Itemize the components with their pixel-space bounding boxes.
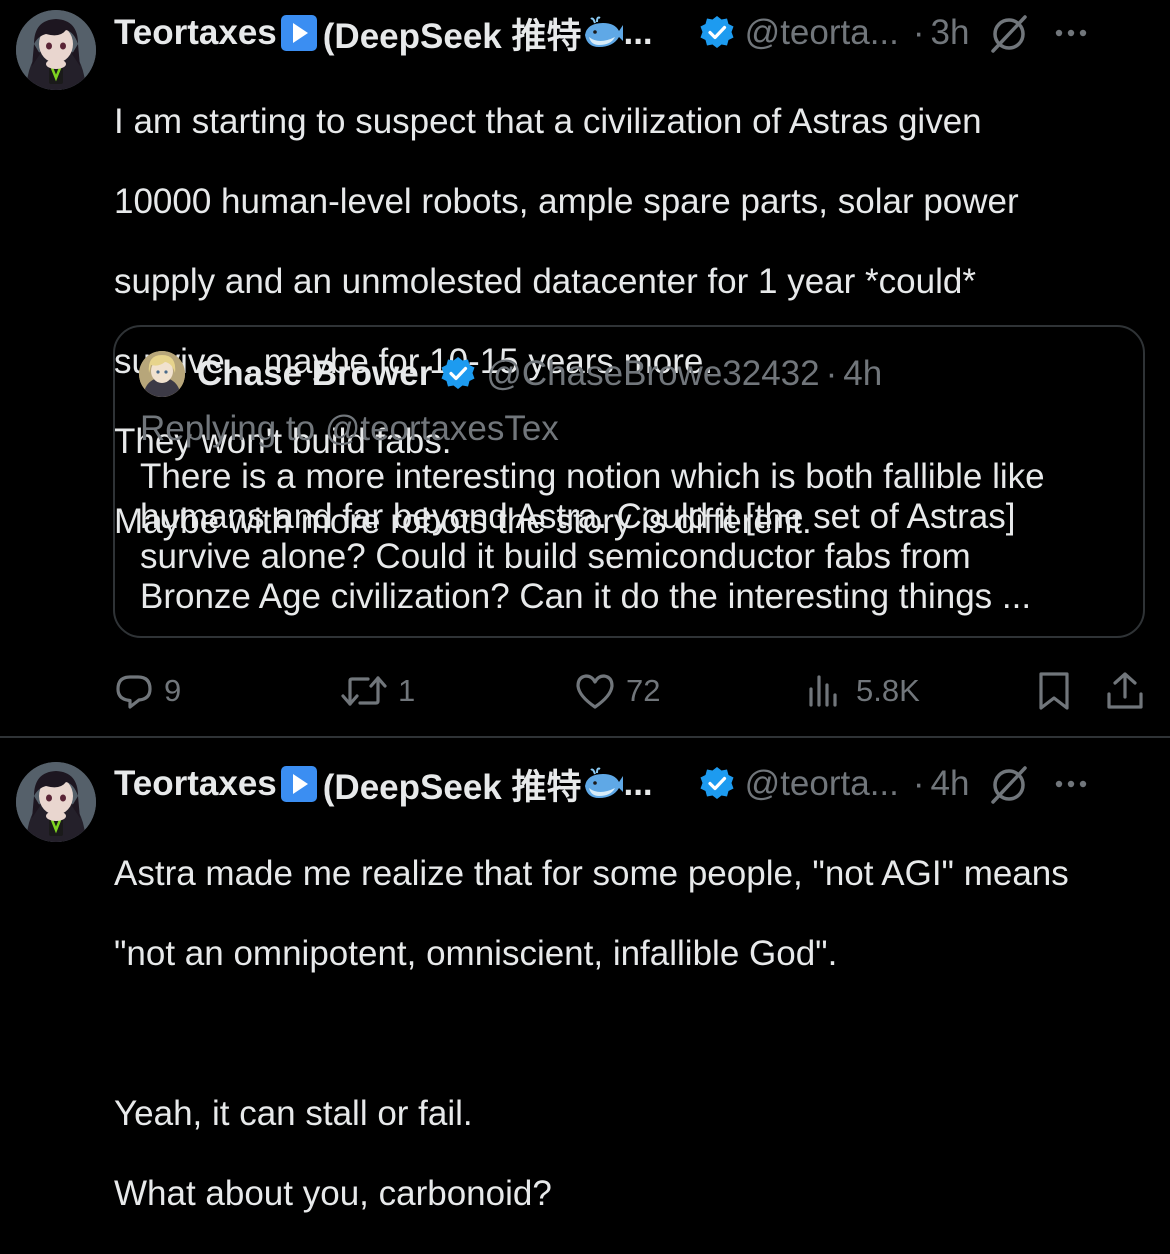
author-name-truncation: ...: [623, 13, 653, 52]
views-count: 5.8K: [856, 673, 920, 708]
bar-chart-icon: [809, 675, 837, 707]
tweet-text-line: What about you, carbonoid?: [114, 1174, 552, 1213]
author-name-suffix[interactable]: (DeepSeek 推特: [323, 8, 582, 59]
bookmark-button[interactable]: [1034, 668, 1074, 714]
share-button[interactable]: [1104, 668, 1146, 714]
tweet-text-line: Astra made me realize that for some peop…: [114, 854, 1069, 893]
more-options-icon[interactable]: [1049, 762, 1093, 806]
retweet-button[interactable]: 1: [340, 668, 415, 714]
whale-emoji-icon: [585, 16, 624, 47]
quoted-author-handle[interactable]: @ChaseBrowe32432: [486, 354, 819, 394]
quoted-author-avatar[interactable]: [139, 351, 185, 397]
quoted-text-line: There is a more interesting notion which…: [140, 457, 1045, 496]
tweet-text-line: I am starting to suspect that a civiliza…: [114, 102, 982, 141]
author-name-truncation: ...: [623, 764, 653, 803]
retweet-count: 1: [398, 673, 416, 708]
like-count: 72: [626, 673, 661, 708]
tweet-text-line: "not an omnipotent, omniscient, infallib…: [114, 934, 838, 973]
quoted-tweet[interactable]: Chase Brower @ChaseBrowe32432 · 4h Reply…: [113, 325, 1145, 638]
quoted-text-line: Bronze Age civilization? Can it do the i…: [140, 577, 1032, 616]
author-handle[interactable]: @teorta...: [745, 764, 899, 804]
quoted-text-line: humans and far beyond Astra. Could it [t…: [140, 497, 1016, 536]
author-name-suffix[interactable]: (DeepSeek 推特: [323, 759, 582, 810]
grok-icon[interactable]: [987, 11, 1031, 55]
tweet-header: Teortaxes (DeepSeek 推特 ... @teorta... · …: [114, 11, 1152, 56]
tweet-text-line: supply and an unmolested datacenter for …: [114, 262, 976, 301]
tweet-1[interactable]: Teortaxes (DeepSeek 推特 ... @teorta... · …: [0, 0, 1170, 736]
quoted-text-line: survive alone? Could it build semiconduc…: [140, 537, 971, 576]
play-button-emoji-icon: [280, 766, 317, 802]
tweet-2[interactable]: Teortaxes (DeepSeek 推特 ... @teorta... · …: [0, 738, 1170, 1213]
tweet-text-line: 10000 human-level robots, ample spare pa…: [114, 182, 1019, 221]
verified-badge-icon: [700, 767, 734, 799]
views-button[interactable]: 5.8K: [806, 668, 920, 714]
quoted-tweet-timestamp[interactable]: 4h: [843, 354, 882, 394]
retweet-arrows-icon: [341, 676, 387, 706]
quoted-tweet-body: There is a more interesting notion which…: [140, 457, 1130, 617]
author-avatar[interactable]: [16, 10, 96, 90]
tweet-header: Teortaxes (DeepSeek 推特 ... @teorta... · …: [114, 762, 1152, 807]
like-button[interactable]: 72: [574, 668, 660, 714]
quoted-tweet-header: Chase Brower @ChaseBrowe32432 · 4h: [197, 353, 882, 395]
tweet-action-bar: 9 1 72 5.8K: [0, 668, 1170, 714]
quoted-author-name[interactable]: Chase Brower: [197, 354, 432, 394]
separator-dot: ·: [912, 13, 925, 52]
tweet-text-line: [114, 1014, 1148, 1054]
more-options-icon[interactable]: [1049, 11, 1093, 55]
reply-count: 9: [164, 673, 182, 708]
replying-to-label: Replying to @teortaxesTex: [140, 409, 559, 448]
verified-badge-icon: [700, 16, 734, 48]
author-name[interactable]: Teortaxes: [114, 13, 277, 53]
verified-badge-icon: [441, 357, 475, 389]
whale-emoji-icon: [585, 767, 624, 798]
author-name[interactable]: Teortaxes: [114, 764, 277, 804]
tweet-timestamp[interactable]: 3h: [931, 13, 970, 53]
grok-icon[interactable]: [987, 762, 1031, 806]
author-avatar[interactable]: [16, 762, 96, 842]
author-handle[interactable]: @teorta...: [745, 13, 899, 53]
separator-dot: ·: [912, 764, 925, 803]
bookmark-icon: [1039, 672, 1069, 710]
speech-bubble-icon: [116, 675, 152, 709]
play-button-emoji-icon: [280, 15, 317, 51]
tweet-timestamp[interactable]: 4h: [931, 764, 970, 804]
reply-button[interactable]: 9: [114, 668, 181, 714]
upload-share-icon: [1107, 672, 1143, 709]
tweet-body: Astra made me realize that for some peop…: [114, 814, 1148, 1254]
separator-dot: ·: [825, 354, 838, 393]
tweet-text-line: Yeah, it can stall or fail.: [114, 1094, 473, 1133]
heart-icon: [576, 674, 614, 709]
